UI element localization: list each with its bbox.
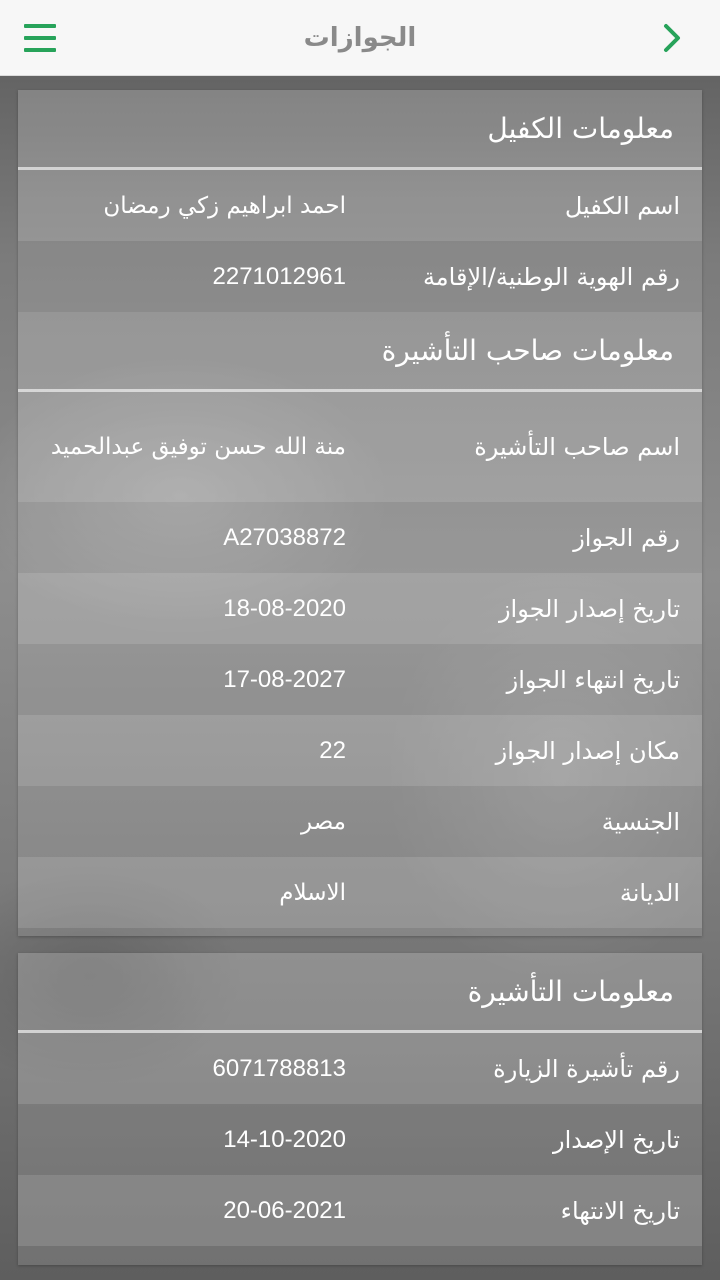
visa-holder-section-header: معلومات صاحب التأشيرة <box>18 312 702 392</box>
visa-expiry-date-row: تاريخ الانتهاء 20-06-2021 <box>18 1175 702 1246</box>
visit-visa-number-row: رقم تأشيرة الزيارة 6071788813 <box>18 1033 702 1104</box>
passport-expiry-date-row: تاريخ انتهاء الجواز 17-08-2027 <box>18 644 702 715</box>
row-value: 22 <box>319 736 346 764</box>
visa-info-card: معلومات التأشيرة رقم تأشيرة الزيارة 6071… <box>18 953 702 1265</box>
row-label: الديانة <box>619 878 680 907</box>
row-value: 2271012961 <box>212 262 346 290</box>
row-label: رقم الهوية الوطنية/الإقامة <box>422 262 680 291</box>
visa-holder-section-title: معلومات صاحب التأشيرة <box>381 334 674 367</box>
row-value: الاسلام <box>279 879 346 906</box>
row-value: 17-08-2027 <box>223 665 346 693</box>
row-value: 6071788813 <box>212 1054 346 1082</box>
visa-holder-name-row: اسم صاحب التأشيرة منة الله حسن توفيق عبد… <box>18 392 702 502</box>
row-label: الجنسية <box>601 807 680 836</box>
top-app-bar: الجوازات <box>0 0 720 76</box>
sponsor-id-row: رقم الهوية الوطنية/الإقامة 2271012961 <box>18 241 702 312</box>
passport-info-card: معلومات الكفيل اسم الكفيل احمد ابراهيم ز… <box>18 90 702 936</box>
row-value: منة الله حسن توفيق عبدالحميد <box>50 434 346 460</box>
sponsor-section-title: معلومات الكفيل <box>487 112 674 145</box>
row-label: تاريخ انتهاء الجواز <box>506 665 680 694</box>
visa-issue-date-row: تاريخ الإصدار 14-10-2020 <box>18 1104 702 1175</box>
row-value: 14-10-2020 <box>223 1125 346 1153</box>
row-value: 20-06-2021 <box>223 1196 346 1224</box>
passport-issue-place-row: مكان إصدار الجواز 22 <box>18 715 702 786</box>
row-label: تاريخ إصدار الجواز <box>498 594 680 623</box>
sponsor-name-row: اسم الكفيل احمد ابراهيم زكي رمضان <box>18 170 702 241</box>
sponsor-section-header: معلومات الكفيل <box>18 90 702 170</box>
chevron-right-icon[interactable] <box>662 22 682 54</box>
row-label: اسم صاحب التأشيرة <box>474 433 680 461</box>
visa-section-title: معلومات التأشيرة <box>467 975 674 1008</box>
row-value: 18-08-2020 <box>223 594 346 622</box>
row-label: رقم الجواز <box>573 523 680 552</box>
row-label: رقم تأشيرة الزيارة <box>493 1054 680 1083</box>
hamburger-menu-icon[interactable] <box>24 24 56 52</box>
row-label: تاريخ الإصدار <box>553 1125 680 1154</box>
row-label: مكان إصدار الجواز <box>495 736 680 765</box>
passport-issue-date-row: تاريخ إصدار الجواز 18-08-2020 <box>18 573 702 644</box>
row-value: مصر <box>301 808 346 835</box>
row-value: A27038872 <box>223 523 346 551</box>
visa-section-header: معلومات التأشيرة <box>18 953 702 1033</box>
religion-row: الديانة الاسلام <box>18 857 702 928</box>
row-label: اسم الكفيل <box>564 191 680 220</box>
passport-number-row: رقم الجواز A27038872 <box>18 502 702 573</box>
row-value: احمد ابراهيم زكي رمضان <box>103 192 346 219</box>
row-label: تاريخ الانتهاء <box>560 1196 680 1225</box>
page-title: الجوازات <box>303 22 417 53</box>
nationality-row: الجنسية مصر <box>18 786 702 857</box>
